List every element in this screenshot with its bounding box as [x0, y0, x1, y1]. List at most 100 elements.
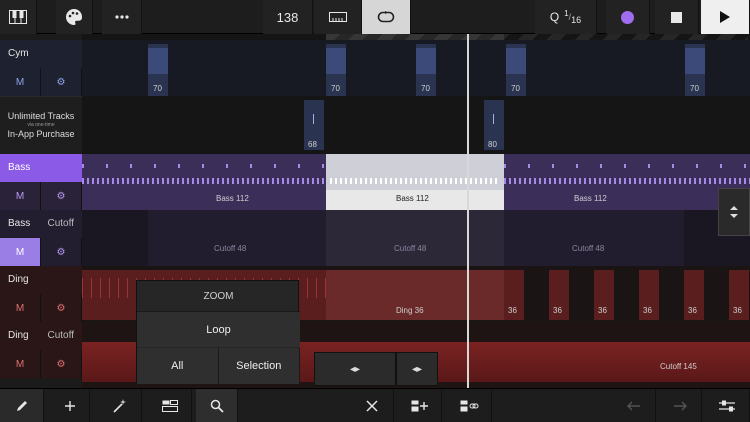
- zoom-loop-button[interactable]: Loop: [137, 311, 300, 347]
- lane-locked: 68 80: [82, 96, 750, 154]
- quantize-denominator: 16: [571, 15, 582, 25]
- play-icon: [720, 11, 730, 23]
- track-name: Ding: [8, 274, 29, 285]
- track-headers: Cym M ⚙ Unlimited Tracks via one-time In…: [0, 34, 82, 388]
- track-header-bass[interactable]: Bass M ⚙: [0, 154, 82, 210]
- ding-clip-selected[interactable]: Ding 36: [326, 270, 504, 320]
- vertical-scroll-handle-icon[interactable]: [718, 188, 750, 236]
- velocity-label: 36: [508, 306, 517, 315]
- clip-view-icon[interactable]: [148, 389, 192, 422]
- clip-label: Cutoff 48: [572, 244, 605, 253]
- record-icon: [621, 10, 634, 24]
- velocity-label: 36: [598, 306, 607, 315]
- mute-button[interactable]: M: [0, 68, 41, 96]
- clip-label: Bass 112: [396, 194, 429, 203]
- quantize-button[interactable]: Q 1 / 16: [535, 0, 597, 34]
- promo-subtitle: via one-time: [27, 122, 55, 128]
- playhead[interactable]: [467, 34, 469, 388]
- quantize-label: Q: [549, 10, 560, 24]
- bass-clip-selected[interactable]: Bass 112: [326, 154, 504, 210]
- promo-footer: In-App Purchase: [7, 129, 75, 139]
- velocity-label: 70: [331, 84, 340, 93]
- cym-clip[interactable]: 70: [685, 44, 705, 96]
- track-settings-gear-icon[interactable]: ⚙: [41, 182, 82, 210]
- selection-end-handle[interactable]: ◂▸: [396, 352, 438, 386]
- piano-keyboard-icon[interactable]: [0, 0, 37, 34]
- cym-clip[interactable]: 70: [506, 44, 526, 96]
- track-name: Bass: [8, 162, 31, 173]
- mute-button[interactable]: M: [0, 238, 41, 266]
- duplicate-add-icon[interactable]: [398, 389, 442, 422]
- velocity-label: 70: [153, 84, 162, 93]
- cym-clip[interactable]: 70: [326, 44, 346, 96]
- delete-close-icon[interactable]: [350, 389, 394, 422]
- track-settings-gear-icon[interactable]: ⚙: [41, 68, 82, 96]
- add-icon[interactable]: [50, 389, 90, 422]
- bass-clip[interactable]: Bass 112: [504, 154, 750, 210]
- zoom-selection-button[interactable]: Selection: [218, 348, 300, 384]
- mute-button[interactable]: M: [0, 182, 41, 210]
- mixer-icon[interactable]: [704, 389, 750, 422]
- velocity-label: 80: [488, 140, 497, 149]
- ding-clip[interactable]: 36: [504, 270, 524, 320]
- arrows-left-right-icon: ◂▸: [411, 363, 423, 375]
- automation-clip[interactable]: Cutoff 48: [504, 210, 684, 266]
- velocity-label: 68: [308, 140, 317, 149]
- loop-toggle-icon[interactable]: [362, 0, 411, 34]
- tempo-display[interactable]: 138: [263, 0, 313, 34]
- mute-button[interactable]: M: [0, 350, 41, 378]
- lane-bass-cutoff[interactable]: Cutoff 48 Cutoff 48 Cutoff 48: [82, 210, 750, 266]
- snare-clip[interactable]: 80: [484, 100, 504, 150]
- track-header-cym[interactable]: Cym M ⚙: [0, 40, 82, 96]
- ding-clip[interactable]: 36: [549, 270, 569, 320]
- automation-clip[interactable]: Cutoff 48: [326, 210, 504, 266]
- cym-clip[interactable]: 70: [148, 44, 168, 96]
- palette-icon[interactable]: [56, 0, 93, 34]
- cym-clip[interactable]: 70: [416, 44, 436, 96]
- track-name: Ding: [8, 330, 29, 341]
- lane-cym[interactable]: 70 70 70 70 70: [82, 40, 750, 96]
- stop-button[interactable]: [655, 0, 699, 34]
- velocity-label: 36: [688, 306, 697, 315]
- link-clips-icon[interactable]: [448, 389, 492, 422]
- ding-clip[interactable]: 36: [639, 270, 659, 320]
- clip-label: Bass 112: [216, 194, 249, 203]
- undo-icon[interactable]: [612, 389, 656, 422]
- more-menu-icon[interactable]: [102, 0, 142, 34]
- track-settings-gear-icon[interactable]: ⚙: [41, 350, 82, 378]
- track-settings-gear-icon[interactable]: ⚙: [41, 238, 82, 266]
- selection-start-handle[interactable]: ◂▸: [314, 352, 396, 386]
- record-button[interactable]: [606, 0, 650, 34]
- velocity-label: 70: [690, 84, 699, 93]
- bass-clip[interactable]: Bass 112: [82, 154, 326, 210]
- stop-icon: [671, 11, 682, 23]
- track-header-bass-cutoff[interactable]: Bass Cutoff M ⚙: [0, 210, 82, 266]
- velocity-label: 70: [421, 84, 430, 93]
- top-toolbar: 138 Q 1 / 16: [0, 0, 750, 34]
- zoom-all-button[interactable]: All: [137, 348, 219, 384]
- automation-clip[interactable]: Cutoff 48: [148, 210, 326, 266]
- in-app-purchase-banner[interactable]: Unlimited Tracks via one-time In-App Pur…: [0, 96, 82, 154]
- magic-wand-icon[interactable]: [98, 389, 142, 422]
- track-header-ding-cutoff[interactable]: Ding Cutoff M ⚙: [0, 322, 82, 378]
- lane-bass[interactable]: Bass 112 Bass 112 Bass 112: [82, 154, 750, 210]
- metronome-icon[interactable]: [314, 0, 362, 34]
- zoom-search-icon[interactable]: [196, 389, 238, 422]
- clip-label: Cutoff 145: [660, 362, 697, 371]
- snare-clip[interactable]: 68: [304, 100, 324, 150]
- ding-clip[interactable]: 36: [594, 270, 614, 320]
- track-header-ding[interactable]: Ding M ⚙: [0, 266, 82, 322]
- track-settings-gear-icon[interactable]: ⚙: [41, 294, 82, 322]
- pencil-tool-icon[interactable]: [0, 389, 44, 422]
- promo-title: Unlimited Tracks: [7, 111, 75, 121]
- mute-button[interactable]: M: [0, 294, 41, 322]
- velocity-label: 36: [643, 306, 652, 315]
- ding-clip[interactable]: 36: [729, 270, 749, 320]
- ding-clip[interactable]: 36: [684, 270, 704, 320]
- clip-label: Ding 36: [396, 306, 424, 315]
- bottom-toolbar: [0, 388, 750, 422]
- automation-param-label: Cutoff: [47, 330, 75, 341]
- clip-label: Cutoff 48: [394, 244, 427, 253]
- play-button[interactable]: [701, 0, 750, 34]
- redo-icon[interactable]: [658, 389, 702, 422]
